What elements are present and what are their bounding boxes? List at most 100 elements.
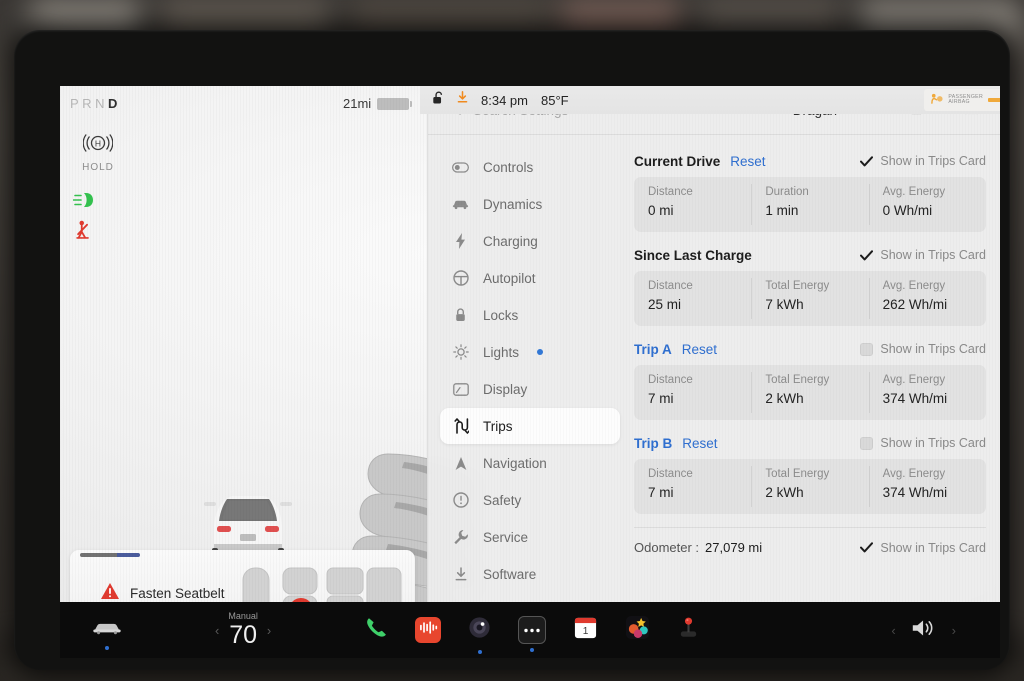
sidebar-item-service[interactable]: Service <box>440 519 620 555</box>
show-in-trips-card-toggle[interactable]: Show in Trips Card <box>859 541 986 555</box>
stat-card: Distance 7 mi Total Energy 2 kWh Avg. En… <box>634 459 986 514</box>
software-download-icon[interactable] <box>457 91 468 109</box>
show-in-trips-card-toggle[interactable]: Show in Trips Card <box>859 154 986 168</box>
odometer-label: Odometer : <box>634 540 700 555</box>
phone-button[interactable] <box>364 615 389 645</box>
stat-label: Total Energy <box>765 374 830 386</box>
hold-brake-icon: H <box>82 128 114 158</box>
trip-section-trip-b: Trip B Reset Show in Trips Card Distance… <box>634 433 986 514</box>
stat-card: Distance 7 mi Total Energy 2 kWh Avg. En… <box>634 365 986 420</box>
media-icon <box>419 620 438 640</box>
climate-readout[interactable]: Manual 70 <box>228 612 258 648</box>
stat-cell: Duration 1 min <box>751 177 868 232</box>
sidebar-label: Autopilot <box>483 270 536 286</box>
sidebar-item-controls[interactable]: Controls <box>440 149 620 185</box>
section-header: Since Last Charge Show in Trips Card <box>634 245 986 265</box>
show-in-trips-card-toggle[interactable]: Show in Trips Card <box>860 342 986 356</box>
stat-value: 0 mi <box>648 203 674 218</box>
stat-cell: Avg. Energy 262 Wh/mi <box>868 271 986 326</box>
unlocked-padlock-icon[interactable] <box>432 91 444 110</box>
phone-icon <box>364 615 389 645</box>
gear-d: D <box>107 96 121 111</box>
stat-value: 374 Wh/mi <box>882 391 948 406</box>
calendar-button[interactable]: 1 <box>572 617 598 643</box>
sidebar-item-display[interactable]: Display <box>440 371 620 407</box>
stat-label: Avg. Energy <box>882 186 946 198</box>
reset-button[interactable]: Reset <box>730 154 765 169</box>
arcade-button[interactable] <box>676 615 701 645</box>
lights-notification-dot <box>537 349 544 355</box>
climate-decrease-button[interactable]: ‹ <box>215 623 219 638</box>
sidebar-label: Display <box>483 381 528 397</box>
download-icon <box>452 566 469 583</box>
more-dots-icon <box>523 621 541 639</box>
sidebar-item-locks[interactable]: Locks <box>440 297 620 333</box>
top-status-strip: 8:34 pm 85°F PASSENGER AIRBAG <box>420 86 1000 114</box>
sidebar-label: Trips <box>483 418 513 434</box>
volume-increase-button[interactable]: › <box>952 623 956 638</box>
sidebar-item-trips[interactable]: Trips <box>440 408 620 444</box>
airbag-line-2: AIRBAG <box>948 99 970 105</box>
speaker-volume-icon[interactable] <box>910 617 938 644</box>
hold-indicator: H HOLD <box>74 128 122 173</box>
lightning-bolt-icon <box>452 233 469 250</box>
stat-label: Distance <box>648 374 693 386</box>
stat-cell: Avg. Energy 0 Wh/mi <box>868 177 986 232</box>
stat-cell: Distance 7 mi <box>634 365 751 420</box>
hold-label: HOLD <box>82 162 114 173</box>
stat-value: 2 kWh <box>765 391 804 406</box>
checkbox-unchecked <box>860 436 874 450</box>
car-button[interactable] <box>92 620 122 650</box>
svg-text:H: H <box>95 139 101 149</box>
sidebar-label: Charging <box>483 233 538 249</box>
volume-decrease-button[interactable]: ‹ <box>891 623 895 638</box>
range-indicator[interactable]: 21mi <box>343 96 413 111</box>
toggle-label: Show in Trips Card <box>880 248 986 262</box>
sidebar-item-software[interactable]: Software <box>440 556 620 592</box>
theater-button[interactable] <box>624 615 650 645</box>
climate-mode-label: Manual <box>228 611 258 621</box>
stat-cell: Total Energy 2 kWh <box>751 365 868 420</box>
camera-button[interactable] <box>467 615 492 654</box>
sidebar-item-dynamics[interactable]: Dynamics <box>440 186 620 222</box>
reset-button[interactable]: Reset <box>682 342 717 357</box>
theater-icon <box>625 615 650 645</box>
trip-section-since-last-charge: Since Last Charge Show in Trips Card Dis… <box>634 245 986 326</box>
camera-icon <box>467 615 492 645</box>
show-in-trips-card-toggle[interactable]: Show in Trips Card <box>859 248 986 262</box>
toggle-label: Show in Trips Card <box>880 154 986 168</box>
sidebar-item-charging[interactable]: Charging <box>440 223 620 259</box>
car-active-dot <box>105 645 109 650</box>
stat-cell: Distance 25 mi <box>634 271 751 326</box>
reset-button[interactable]: Reset <box>682 436 717 451</box>
climate-temperature: 70 <box>229 621 258 649</box>
sidebar-item-lights[interactable]: Lights <box>440 334 620 370</box>
section-title[interactable]: Trip A <box>634 342 672 357</box>
stat-value: 7 kWh <box>765 297 804 312</box>
stat-card: Distance 25 mi Total Energy 7 kWh Avg. E… <box>634 271 986 326</box>
climate-control[interactable]: ‹ Manual 70 › <box>215 612 271 648</box>
checkmark-icon <box>859 154 873 168</box>
show-in-trips-card-toggle[interactable]: Show in Trips Card <box>860 436 986 450</box>
more-button[interactable] <box>518 616 547 652</box>
sidebar-label: Software <box>483 566 537 582</box>
stat-value: 2 kWh <box>765 485 804 500</box>
climate-increase-button[interactable]: › <box>267 623 271 638</box>
gear-selector-indicator: PRND <box>70 96 121 111</box>
section-title[interactable]: Trip B <box>634 436 672 451</box>
volume-control[interactable]: ‹ › <box>891 617 956 644</box>
stat-cell: Distance 0 mi <box>634 177 751 232</box>
padlock-icon <box>452 307 469 324</box>
sidebar-label: Lights <box>483 344 520 360</box>
sidebar-label: Service <box>483 529 529 545</box>
arcade-icon <box>676 615 701 645</box>
sidebar-item-safety[interactable]: Safety <box>440 482 620 518</box>
camera-active-dot <box>477 650 482 654</box>
stat-cell: Total Energy 7 kWh <box>751 271 868 326</box>
sidebar-item-autopilot[interactable]: Autopilot <box>440 260 620 296</box>
sidebar-item-navigation[interactable]: Navigation <box>440 445 620 481</box>
media-button[interactable] <box>415 617 442 643</box>
stat-label: Distance <box>648 186 693 198</box>
stat-cell: Avg. Energy 374 Wh/mi <box>868 459 986 514</box>
more-active-dot <box>530 648 535 652</box>
